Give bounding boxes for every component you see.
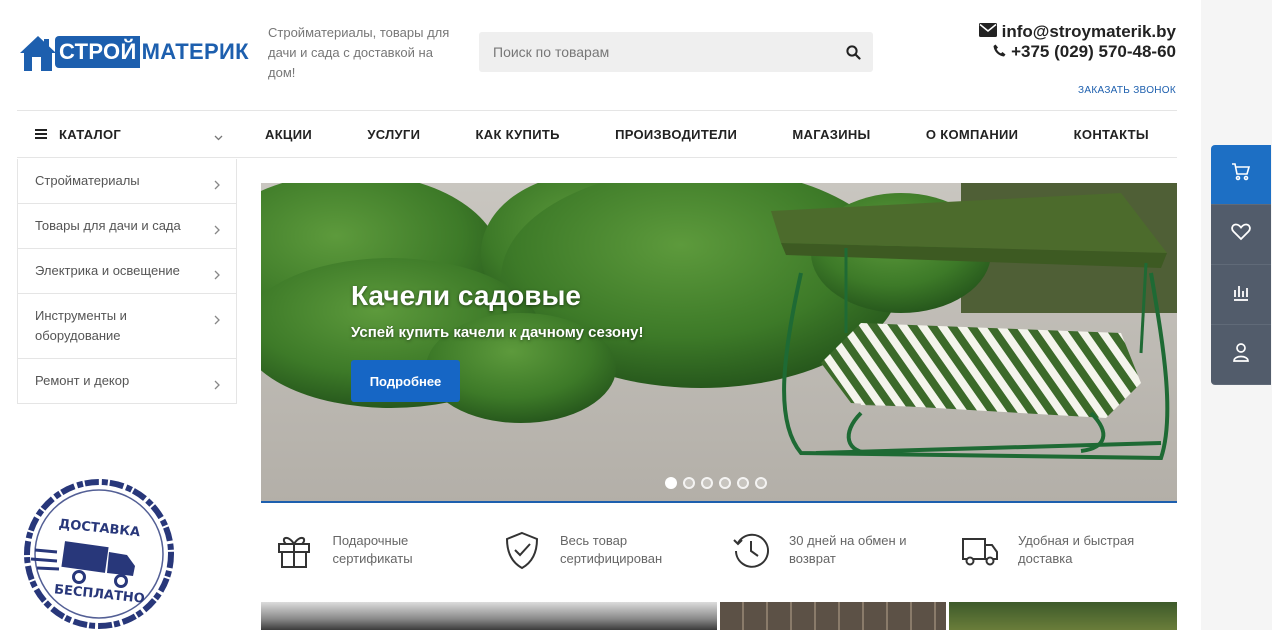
stamp-line1: ДОСТАВКА [58,517,141,540]
category-tiles [261,602,1177,630]
feature-text: Удобная и быстрая доставка [1018,533,1135,566]
slider-dot[interactable] [719,477,731,489]
slider-dot[interactable] [737,477,749,489]
slider-dot[interactable] [755,477,767,489]
truck-icon [960,529,1000,571]
envelope-icon [978,22,997,42]
sidebar-item-label: Электрика и освещение [35,263,180,278]
logo-part1: СТРОЙ [55,36,140,68]
banner-more-button[interactable]: Подробнее [351,360,460,402]
chevron-right-icon [214,311,220,331]
category-tile-garden[interactable] [949,602,1177,630]
right-rail-buttons [1211,145,1271,385]
sidebar-item-garden[interactable]: Товары для дачи и сада [18,203,236,248]
user-icon [1232,342,1250,367]
feature-text: Весь товар сертифицирован [560,533,663,566]
catalog-button[interactable]: КАТАЛОГ [17,111,237,158]
banner-image [261,183,1177,501]
category-tile-paving[interactable] [720,602,946,630]
search-bar[interactable] [479,32,873,72]
email-link[interactable]: info@stroymaterik.by [1002,22,1176,42]
chevron-right-icon [214,221,220,241]
heart-icon [1231,223,1251,246]
chevron-down-icon [214,129,223,144]
main-nav: КАТАЛОГ АКЦИИ УСЛУГИ КАК КУПИТЬ ПРОИЗВОД… [17,111,1177,158]
sidebar-item-label: Товары для дачи и сада [35,218,181,233]
catalog-sidebar: Стройматериалы Товары для дачи и сада Эл… [17,159,237,404]
shield-check-icon [502,529,542,571]
sidebar-item-building-materials[interactable]: Стройматериалы [18,159,236,203]
nav-item-promotions[interactable]: АКЦИИ [265,127,312,142]
stamp-line2: БЕСПЛАТНО [53,582,145,606]
slider-dots [665,477,767,489]
banner-subtitle: Успей купить качели к дачному сезону! [351,324,644,341]
category-tile-ceiling[interactable] [261,602,717,630]
logo-part2: МАТЕРИК [141,39,249,64]
search-icon[interactable] [833,32,873,72]
house-icon [17,31,57,73]
feature-return: 30 дней на обмен и возврат [719,505,948,595]
gift-icon [273,529,314,571]
header-contacts: info@stroymaterik.by +375 (029) 570-48-6… [978,22,1176,62]
feature-text: 30 дней на обмен и возврат [789,533,907,566]
cart-button[interactable] [1211,145,1271,205]
chevron-right-icon [214,176,220,196]
nav-item-how-to-buy[interactable]: КАК КУПИТЬ [476,127,560,142]
nav-item-contacts[interactable]: КОНТАКТЫ [1074,127,1149,142]
feature-certified: Весь товар сертифицирован [490,505,719,595]
menu-icon [35,129,47,139]
site-tagline: Стройматериалы, товары для дачи и сада с… [268,25,450,80]
feature-delivery: Удобная и быстрая доставка [948,505,1177,595]
order-call-link[interactable]: ЗАКАЗАТЬ ЗВОНОК [1078,85,1176,96]
account-button[interactable] [1211,325,1271,385]
banner-title: Качели садовые [351,280,581,311]
slider-dot[interactable] [665,477,677,489]
nav-item-stores[interactable]: МАГАЗИНЫ [792,127,870,142]
search-input[interactable] [479,44,833,60]
nav-item-manufacturers[interactable]: ПРОИЗВОДИТЕЛИ [615,127,737,142]
favorites-button[interactable] [1211,205,1271,265]
sidebar-item-label: Ремонт и декор [35,373,130,388]
compare-icon [1232,283,1250,306]
sidebar-item-electrics[interactable]: Электрика и освещение [18,248,236,293]
sidebar-item-repair[interactable]: Ремонт и декор [18,358,236,403]
slider-dot[interactable] [701,477,713,489]
cart-icon [1231,162,1251,187]
phone-link[interactable]: +375 (029) 570-48-60 [1011,42,1176,62]
feature-text: Подарочные сертификаты [332,533,413,566]
phone-icon [993,42,1006,62]
hero-banner[interactable]: Качели садовые Успей купить качели к дач… [261,183,1177,503]
catalog-label: КАТАЛОГ [59,126,122,142]
nav-item-services[interactable]: УСЛУГИ [367,127,420,142]
chevron-right-icon [214,266,220,286]
sidebar-item-label: Инструменты и оборудование [35,308,127,343]
history-icon [731,529,771,571]
feature-gift-certificates: Подарочные сертификаты [261,505,490,595]
email-line[interactable]: info@stroymaterik.by [978,22,1176,42]
slider-dot[interactable] [683,477,695,489]
chevron-right-icon [214,376,220,396]
compare-button[interactable] [1211,265,1271,325]
site-logo[interactable]: СТРОЙ МАТЕРИК [17,30,249,74]
features-row: Подарочные сертификаты Весь товар сертиф… [261,505,1177,595]
sidebar-item-label: Стройматериалы [35,173,140,188]
free-delivery-stamp[interactable]: ДОСТАВКА БЕСПЛАТНО [17,428,197,630]
nav-item-about[interactable]: О КОМПАНИИ [926,127,1018,142]
sidebar-item-tools[interactable]: Инструменты и оборудование [18,293,236,358]
phone-line[interactable]: +375 (029) 570-48-60 [979,42,1176,62]
